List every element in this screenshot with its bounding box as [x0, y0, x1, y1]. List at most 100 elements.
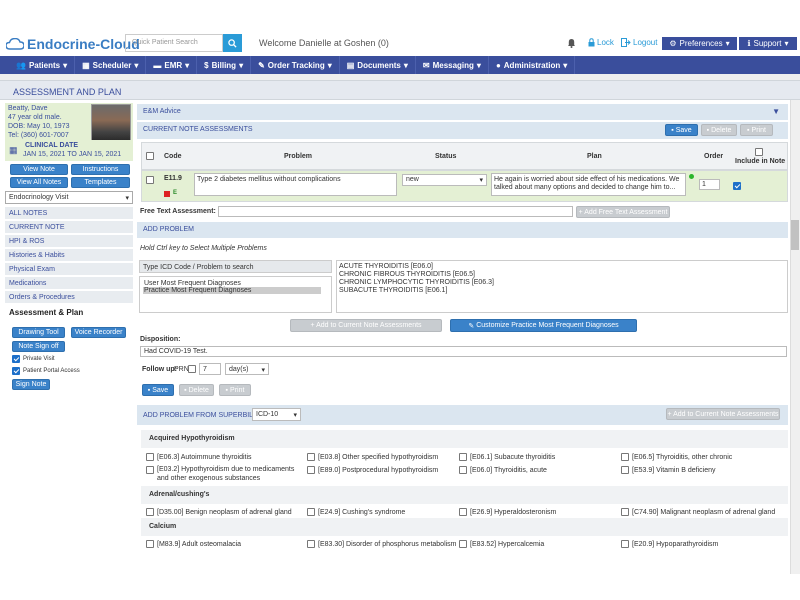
add-to-current-note-button[interactable]: + Add to Current Note Assessments — [290, 319, 442, 332]
user-icon: ● — [495, 60, 501, 70]
row-tag-e[interactable]: E — [173, 190, 177, 196]
preferences-button[interactable]: ⚙ Preferences ▾ — [662, 37, 737, 50]
prn-checkbox[interactable] — [188, 365, 196, 375]
delete-button[interactable]: ▪ Delete — [701, 124, 737, 136]
nav-messaging[interactable]: ✉ Messaging ▾ — [416, 56, 489, 74]
list-item[interactable]: SUBACUTE THYROIDITIS [E06.1] — [339, 287, 785, 295]
include-checkbox[interactable] — [733, 182, 741, 192]
portal-access-checkbox[interactable]: Patient Portal Access — [12, 367, 80, 375]
order-input[interactable]: 1 — [699, 179, 720, 190]
superbill-item[interactable]: [E89.0] Postprocedural hypothyroidism — [307, 466, 457, 474]
superbill-item[interactable]: [E06.5] Thyroiditis, other chronic — [621, 453, 781, 461]
print-button[interactable]: ▪ Print — [740, 124, 773, 136]
list-item[interactable]: CHRONIC LYMPHOCYTIC THYROIDITIS [E06.3] — [339, 279, 785, 287]
logout-link[interactable]: Logout — [621, 38, 657, 47]
nav-billing[interactable]: $ Billing ▾ — [197, 56, 252, 74]
superbill-item[interactable]: [M83.9] Adult osteomalacia — [146, 540, 301, 548]
side-link-orders[interactable]: Orders & Procedures — [5, 291, 133, 304]
nav-scheduler[interactable]: ▦ Scheduler ▾ — [75, 56, 147, 74]
include-all-checkbox[interactable] — [755, 148, 763, 158]
bottom-save-button[interactable]: ▪ Save — [142, 384, 174, 396]
save-button[interactable]: ▪ Save — [665, 124, 698, 136]
superbill-item[interactable]: [E53.9] Vitamin B deficieny — [621, 466, 781, 474]
superbill-item[interactable]: [E06.0] Thyroiditis, acute — [459, 466, 609, 474]
customize-frequent-button[interactable]: ✎ Customize Practice Most Frequent Diagno… — [450, 319, 637, 332]
side-link-histories[interactable]: Histories & Habits — [5, 249, 133, 262]
list-item[interactable]: ACUTE THYROIDITIS [E06.0] — [339, 263, 785, 271]
superbill-add-button[interactable]: + Add to Current Note Assessments — [666, 408, 780, 420]
side-link-medications[interactable]: Medications — [5, 277, 133, 290]
scrollbar-thumb[interactable] — [791, 220, 799, 250]
nav-patients[interactable]: 👥 Patients ▾ — [0, 56, 76, 74]
superbill-item[interactable]: [E20.9] Hypoparathyroidism — [621, 540, 781, 548]
nav-documents[interactable]: ▤ Documents ▾ — [340, 56, 416, 74]
view-all-notes-button[interactable]: View All Notes — [10, 177, 68, 188]
side-link-physical-exam[interactable]: Physical Exam — [5, 263, 133, 276]
scrollbar[interactable] — [790, 100, 800, 574]
lock-link[interactable]: Lock — [588, 38, 614, 47]
superbill-item[interactable]: [E83.30] Disorder of phosphorus metaboli… — [307, 540, 457, 548]
welcome-text: Welcome Danielle at Goshen (0) — [259, 38, 389, 48]
code-type-select[interactable]: ICD-10 ▾ — [252, 408, 301, 421]
checkbox-icon — [146, 540, 154, 548]
bell-icon[interactable] — [567, 38, 576, 50]
item-label: [E20.9] Hypoparathyroidism — [632, 540, 719, 548]
list-item[interactable]: Practice Most Frequent Diagnoses — [143, 287, 321, 294]
nav-administration[interactable]: ● Administration ▾ — [489, 56, 576, 74]
side-link-current-note[interactable]: CURRENT NOTE — [5, 221, 133, 234]
drawing-tool-button[interactable]: Drawing Tool — [12, 327, 65, 338]
superbill-item[interactable]: [E24.9] Cushing's syndrome — [307, 508, 457, 516]
free-text-input[interactable] — [218, 206, 573, 217]
superbill-item[interactable]: [C74.90] Malignant neoplasm of adrenal g… — [621, 508, 786, 516]
app-logo[interactable]: Endocrine-Cloud — [6, 36, 140, 52]
follow-up-number[interactable]: 7 — [199, 363, 221, 375]
search-button[interactable] — [223, 34, 242, 52]
templates-button[interactable]: Templates — [71, 177, 130, 188]
note-sign-off-button[interactable]: Note Sign off — [12, 341, 65, 352]
side-link-all-notes[interactable]: ALL NOTES — [5, 207, 133, 220]
superbill-item[interactable]: [E03.8] Other specified hypothyroidism — [307, 453, 457, 461]
nav-emr[interactable]: ▬ EMR ▾ — [146, 56, 198, 74]
sign-note-button[interactable]: Sign Note — [12, 379, 50, 390]
support-button[interactable]: ℹ Support ▾ — [739, 37, 797, 50]
superbill-item[interactable]: [E06.1] Subacute thyroiditis — [459, 453, 609, 461]
caret-down-icon: ▾ — [125, 195, 129, 202]
superbill-item[interactable]: [E03.2] Hypothyroidism due to medicament… — [146, 465, 301, 483]
patient-photo — [91, 104, 131, 144]
patient-search-input[interactable]: Quick Patient Search — [125, 34, 223, 52]
problem-results-list[interactable]: ACUTE THYROIDITIS [E06.0] CHRONIC FIBROU… — [336, 260, 788, 313]
plan-field[interactable]: He again is worried about side effect of… — [491, 173, 686, 196]
side-link-hpi-ros[interactable]: HPI & ROS — [5, 235, 133, 248]
superbill-item[interactable]: [D35.00] Benign neoplasm of adrenal glan… — [146, 508, 301, 516]
em-advice-bar[interactable]: E&M Advice ▼ — [137, 104, 788, 120]
clinical-date-label: CLINICAL DATE — [25, 142, 79, 149]
row-checkbox[interactable] — [146, 176, 154, 186]
side-link-assessment-plan[interactable]: Assessment & Plan — [9, 308, 83, 317]
follow-up-unit-select[interactable]: day(s) ▾ — [225, 363, 269, 375]
superbill-item[interactable]: [E06.3] Autoimmune thyroiditis — [146, 453, 296, 461]
bottom-print-button[interactable]: ▪ Print — [219, 384, 251, 396]
instructions-button[interactable]: Instructions — [71, 164, 130, 175]
problem-field[interactable]: Type 2 diabetes mellitus without complic… — [194, 173, 397, 196]
view-note-button[interactable]: View Note — [10, 164, 68, 175]
frequent-diagnoses-list[interactable]: User Most Frequent Diagnoses Practice Mo… — [139, 276, 332, 313]
status-select[interactable]: new ▾ — [402, 174, 487, 186]
select-all-checkbox[interactable] — [146, 152, 154, 162]
superbill-item[interactable]: [E83.52] Hypercalcemia — [459, 540, 609, 548]
voice-recorder-button[interactable]: Voice Recorder — [71, 327, 126, 338]
item-label: [E53.9] Vitamin B deficieny — [632, 466, 716, 474]
group-header: Calcium — [141, 518, 788, 536]
list-item[interactable]: CHRONIC FIBROUS THYROIDITIS [E06.5] — [339, 271, 785, 279]
flag-red-icon[interactable] — [164, 191, 170, 197]
assessments-table-header — [141, 142, 788, 170]
delete-label: Delete — [711, 126, 732, 134]
disposition-field[interactable]: Had COVID-19 Test. — [140, 346, 787, 357]
superbill-item[interactable]: [E26.9] Hyperaldosteronism — [459, 508, 609, 516]
problem-search-input[interactable]: Type ICD Code / Problem to search — [139, 260, 332, 273]
visit-type-select[interactable]: Endocrinology Visit ▾ — [5, 191, 133, 204]
bottom-delete-button[interactable]: ▪ Delete — [179, 384, 214, 396]
list-item[interactable]: User Most Frequent Diagnoses — [144, 280, 241, 287]
private-visit-checkbox[interactable]: Private Visit — [12, 355, 55, 363]
add-free-text-button[interactable]: + Add Free Text Assessment — [576, 206, 670, 218]
nav-order-tracking[interactable]: ✎ Order Tracking ▾ — [251, 56, 340, 74]
